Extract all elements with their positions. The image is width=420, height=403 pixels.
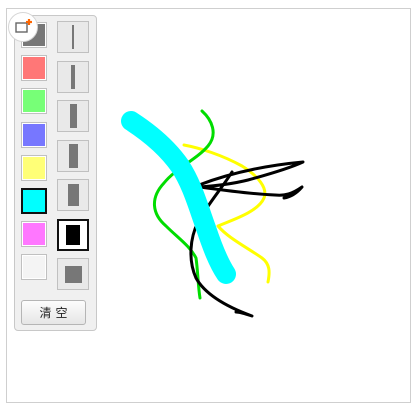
- swatch-fill: [23, 256, 45, 279]
- brush-size-7[interactable]: [57, 258, 89, 290]
- brush-size-indicator: [72, 25, 74, 49]
- brush-size-6[interactable]: [57, 218, 89, 251]
- black-stroke-upper: [197, 160, 305, 200]
- swatch-fill: [23, 223, 45, 246]
- color-swatch-cyan[interactable]: [21, 188, 47, 214]
- brush-size-1[interactable]: [57, 21, 89, 53]
- color-swatch-white[interactable]: [21, 254, 47, 281]
- brush-size-2[interactable]: [57, 60, 89, 93]
- swatch-fill: [23, 123, 45, 146]
- toggle-glyph: [15, 19, 32, 33]
- brush-size-indicator: [66, 224, 80, 245]
- brush-size-indicator: [64, 265, 82, 283]
- pen-toolbox-icon[interactable]: [8, 12, 38, 42]
- brush-size-4[interactable]: [57, 139, 89, 172]
- color-swatch-magenta[interactable]: [21, 221, 47, 248]
- color-swatch-blue[interactable]: [21, 121, 47, 148]
- swatch-fill: [23, 57, 45, 80]
- swatch-fill: [23, 190, 45, 212]
- color-swatch-yellow[interactable]: [21, 154, 47, 181]
- brush-size-3[interactable]: [57, 100, 89, 132]
- brush-size-indicator: [67, 184, 79, 206]
- swatch-fill: [23, 90, 45, 113]
- brush-size-indicator: [68, 143, 78, 168]
- color-swatch-red[interactable]: [21, 55, 47, 82]
- cyan-stroke: [121, 111, 236, 284]
- color-swatch-green[interactable]: [21, 88, 47, 115]
- swatch-fill: [23, 156, 45, 179]
- clear-button[interactable]: 清空: [21, 300, 86, 325]
- brush-size-indicator: [71, 64, 75, 89]
- pen-toolbox: 清空: [14, 15, 97, 331]
- brush-size-indicator: [69, 104, 77, 128]
- brush-size-5[interactable]: [57, 179, 89, 211]
